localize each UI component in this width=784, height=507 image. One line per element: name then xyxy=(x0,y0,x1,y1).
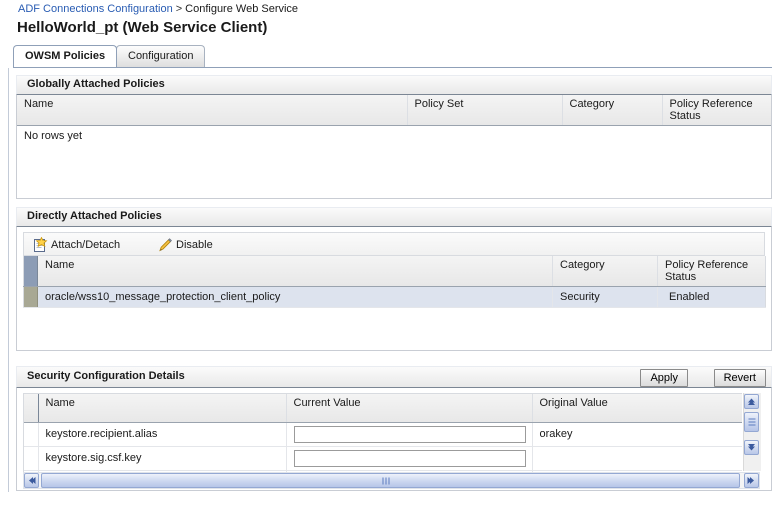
cell-policy-category: Security xyxy=(552,286,658,308)
attach-detach-label: Attach/Detach xyxy=(51,239,121,251)
globally-attached-policies-header: Globally Attached Policies xyxy=(16,75,772,95)
breadcrumb-link-adf-connections-configuration[interactable]: ADF Connections Configuration xyxy=(18,3,173,15)
pencil-icon xyxy=(157,237,173,253)
directly-attached-policies-table: Name Category Policy Reference Status or… xyxy=(23,256,766,308)
column-header-name[interactable]: Name xyxy=(17,95,408,126)
column-header-original-value[interactable]: Original Value xyxy=(532,394,742,423)
column-header-category[interactable]: Category xyxy=(552,256,658,287)
cell-property-name: keystore.sig.csf.key xyxy=(38,446,287,471)
page-title: HelloWorld_pt (Web Service Client) xyxy=(17,19,268,36)
page-add-icon xyxy=(32,236,48,253)
breadcrumb-separator: > xyxy=(175,3,183,15)
security-configuration-details-table: Name Current Value Original Value keysto… xyxy=(24,394,742,472)
security-configuration-details-body: Name Current Value Original Value keysto… xyxy=(16,388,772,491)
revert-button[interactable]: Revert xyxy=(713,369,766,387)
column-header-policy-set[interactable]: Policy Set xyxy=(407,95,563,126)
apply-label: Apply xyxy=(650,372,678,384)
tab-underline xyxy=(13,67,772,68)
globally-attached-policies-empty-message: No rows yet xyxy=(24,130,83,142)
directly-attached-policies-toolbar: Attach/Detach Disable xyxy=(23,232,765,256)
tab-owsm-policies[interactable]: OWSM Policies xyxy=(13,45,118,67)
horizontal-scrollbar-thumb[interactable] xyxy=(41,473,740,488)
disable-label: Disable xyxy=(176,239,213,251)
cell-current-value xyxy=(286,446,533,471)
horizontal-scrollbar-left-button[interactable] xyxy=(24,473,39,488)
cell-policy-name: oracle/wss10_message_protection_client_p… xyxy=(37,286,553,308)
cell-property-name: keystore.recipient.alias xyxy=(38,422,287,447)
tab-owsm-policies-label: OWSM Policies xyxy=(25,50,106,62)
vertical-scrollbar-down-button[interactable] xyxy=(744,440,759,455)
table-row[interactable]: keystore.sig.csf.key xyxy=(24,446,742,471)
cell-current-value xyxy=(286,422,533,447)
column-header-category[interactable]: Category xyxy=(562,95,663,126)
globally-attached-policies-table: Name Policy Set Category Policy Referenc… xyxy=(17,95,771,126)
directly-attached-policies-panel: Directly Attached Policies Attach/Detach xyxy=(16,207,772,352)
security-configuration-details-panel: Security Configuration Details Apply Rev… xyxy=(16,366,772,492)
apply-button[interactable]: Apply xyxy=(640,369,688,387)
column-header-selector xyxy=(24,394,39,423)
column-header-policy-reference-status[interactable]: Policy Reference Status xyxy=(657,256,766,287)
table-header-row: Name Current Value Original Value xyxy=(24,394,742,423)
security-configuration-details-title: Security Configuration Details xyxy=(27,370,185,382)
tab-configuration[interactable]: Configuration xyxy=(116,45,206,67)
breadcrumb-current-configure-web-service: Configure Web Service xyxy=(185,3,299,15)
vertical-scrollbar-thumb[interactable] xyxy=(744,412,759,432)
security-details-table-viewport: Name Current Value Original Value keysto… xyxy=(23,393,742,472)
globally-attached-policies-panel: Globally Attached Policies Name Policy S… xyxy=(16,75,772,200)
breadcrumb: ADF Connections Configuration > Configure … xyxy=(18,3,298,16)
directly-attached-policies-title: Directly Attached Policies xyxy=(27,210,162,222)
directly-attached-policies-header: Directly Attached Policies xyxy=(16,207,772,227)
page-root: ADF Connections Configuration > Configure … xyxy=(0,0,784,507)
cell-original-value: orakey xyxy=(532,422,742,447)
revert-label: Revert xyxy=(723,372,756,384)
current-value-input-keystore-recipient-alias[interactable] xyxy=(293,425,526,443)
tab-configuration-label: Configuration xyxy=(128,50,194,62)
table-header-row: Name Policy Set Category Policy Referenc… xyxy=(17,95,771,126)
current-value-input-keystore-sig-csf-key[interactable] xyxy=(293,449,526,467)
column-header-name[interactable]: Name xyxy=(38,394,287,423)
security-configuration-details-header: Security Configuration Details Apply Rev… xyxy=(16,366,772,388)
vertical-scrollbar-up-button[interactable] xyxy=(744,394,759,409)
horizontal-scrollbar-right-button[interactable] xyxy=(744,473,759,488)
column-header-name[interactable]: Name xyxy=(37,256,553,287)
column-header-current-value[interactable]: Current Value xyxy=(286,394,533,423)
column-header-selector xyxy=(23,256,38,287)
cell-original-value xyxy=(532,446,742,471)
directly-attached-policies-body: Attach/Detach Disable Name Category Poli… xyxy=(16,227,772,351)
attach-detach-button[interactable]: Attach/Detach xyxy=(32,236,120,254)
globally-attached-policies-title: Globally Attached Policies xyxy=(27,78,165,90)
row-selector-cell[interactable] xyxy=(24,422,39,447)
column-header-policy-reference-status[interactable]: Policy Reference Status xyxy=(662,95,771,126)
disable-button[interactable]: Disable xyxy=(157,236,213,254)
row-selector-cell[interactable] xyxy=(23,286,38,308)
tab-bar: OWSM Policies Configuration xyxy=(13,45,772,68)
cell-policy-status: Enabled xyxy=(657,286,766,308)
globally-attached-policies-body: Name Policy Set Category Policy Referenc… xyxy=(16,95,772,199)
table-row[interactable]: keystore.recipient.alias orakey xyxy=(24,422,742,447)
table-header-row: Name Category Policy Reference Status xyxy=(23,256,766,287)
row-selector-cell[interactable] xyxy=(24,446,39,471)
left-rail-divider xyxy=(8,68,9,492)
table-row[interactable]: oracle/wss10_message_protection_client_p… xyxy=(23,286,766,308)
